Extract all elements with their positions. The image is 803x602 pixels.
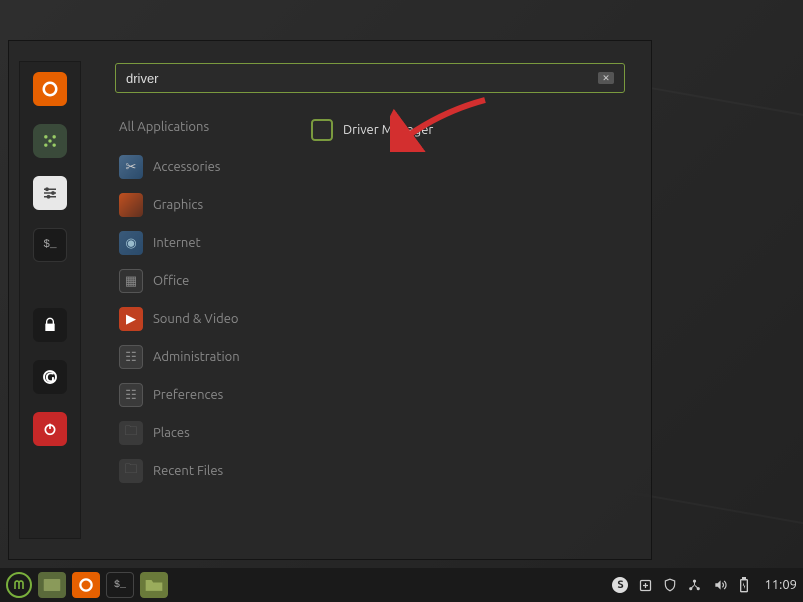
menu-main: ✕ All Applications ✂ Accessories Graphic… [81,41,651,559]
clear-icon[interactable]: ✕ [598,72,614,84]
category-places[interactable]: 🗀 Places [115,414,295,452]
internet-icon: ◉ [119,231,143,255]
tray-update-icon[interactable] [638,578,653,593]
category-label: Recent Files [153,464,223,478]
software-manager-icon[interactable] [33,124,67,158]
driver-manager-icon [311,119,333,141]
recent-files-icon: 🗀 [119,459,143,483]
category-label: Sound & Video [153,312,239,326]
clock[interactable]: 11:09 [764,578,797,592]
tray-indicator-icon[interactable]: S [612,577,628,593]
tray-battery-icon[interactable] [738,577,750,593]
category-sound-video[interactable]: ▶ Sound & Video [115,300,295,338]
tray-volume-icon[interactable] [712,578,728,592]
taskbar: $_ S 11:09 [0,568,803,602]
category-label: Internet [153,236,201,250]
firefox-icon[interactable] [33,72,67,106]
taskbar-files-icon[interactable] [38,572,66,598]
search-box[interactable]: ✕ [115,63,625,93]
taskbar-firefox-icon[interactable] [72,572,100,598]
logout-icon[interactable]: G [33,360,67,394]
result-driver-manager[interactable]: Driver Manager [305,113,631,147]
category-all-applications[interactable]: All Applications [115,113,295,148]
category-label: Places [153,426,190,440]
preferences-icon: ☷ [119,383,143,407]
category-label: Graphics [153,198,203,212]
sound-video-icon: ▶ [119,307,143,331]
menu-sidebar: $_ G [19,61,81,539]
accessories-icon: ✂ [119,155,143,179]
power-icon[interactable] [33,412,67,446]
category-label: Administration [153,350,240,364]
settings-icon[interactable] [33,176,67,210]
category-recent-files[interactable]: 🗀 Recent Files [115,452,295,490]
search-input[interactable] [126,71,598,86]
tray-shield-icon[interactable] [663,578,677,592]
category-preferences[interactable]: ☷ Preferences [115,376,295,414]
category-label: Accessories [153,160,220,174]
places-icon: 🗀 [119,421,143,445]
category-accessories[interactable]: ✂ Accessories [115,148,295,186]
start-menu-button[interactable] [6,572,32,598]
taskbar-terminal-icon[interactable]: $_ [106,572,134,598]
terminal-icon[interactable]: $_ [33,228,67,262]
category-graphics[interactable]: Graphics [115,186,295,224]
category-office[interactable]: ▦ Office [115,262,295,300]
office-icon: ▦ [119,269,143,293]
taskbar-folder-icon[interactable] [140,572,168,598]
categories-list: All Applications ✂ Accessories Graphics … [115,113,295,490]
category-internet[interactable]: ◉ Internet [115,224,295,262]
system-tray: S 11:09 [612,577,797,593]
graphics-icon [119,193,143,217]
category-label: Office [153,274,189,288]
result-label: Driver Manager [343,123,433,137]
results-list: Driver Manager [295,113,631,490]
category-label: All Applications [119,120,209,134]
administration-icon: ☷ [119,345,143,369]
category-label: Preferences [153,388,223,402]
tray-network-icon[interactable] [687,578,702,593]
start-menu: $_ G ✕ All Applications ✂ Accessor [8,40,652,560]
lock-icon[interactable] [33,308,67,342]
category-administration[interactable]: ☷ Administration [115,338,295,376]
